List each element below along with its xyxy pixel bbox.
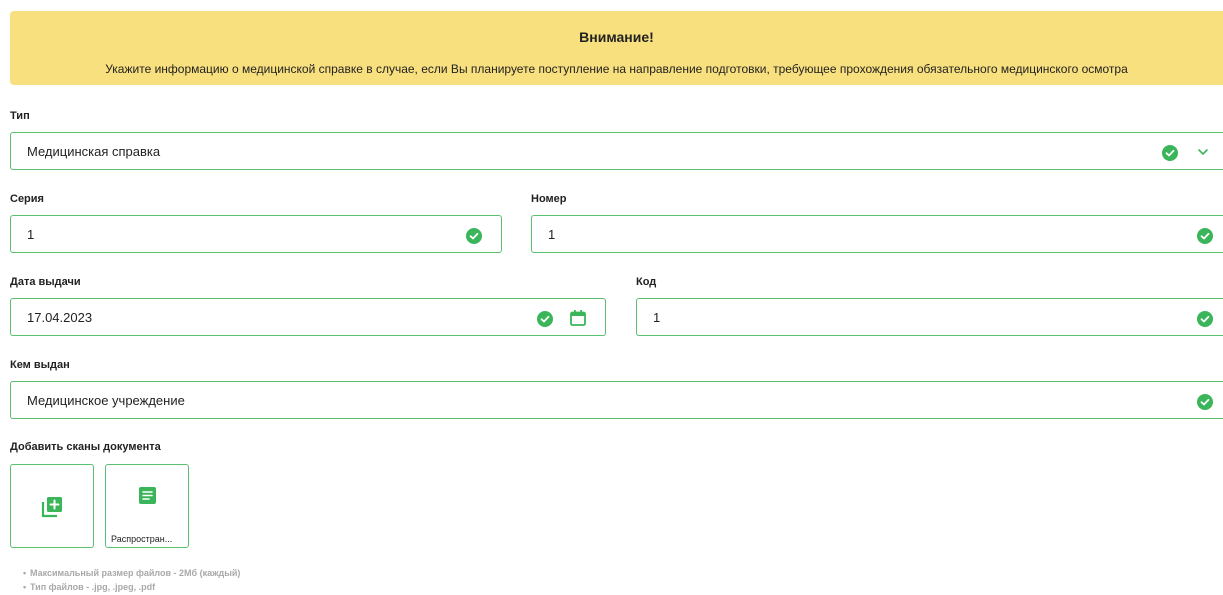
- file-size-note: Максимальный размер файлов - 2Мб (каждый…: [23, 568, 240, 578]
- code-label: Код: [636, 276, 657, 288]
- file-type-note: Тип файлов - .jpg, .jpeg, .pdf: [23, 582, 155, 592]
- series-input[interactable]: 1: [10, 215, 502, 253]
- issued-by-input[interactable]: Медицинское учреждение: [10, 381, 1223, 419]
- uploaded-file-tile[interactable]: Распростран...: [105, 464, 189, 548]
- check-circle-icon: [537, 311, 553, 327]
- add-scan-button[interactable]: [10, 464, 94, 548]
- number-input[interactable]: 1: [531, 215, 1223, 253]
- code-input-value: 1: [653, 310, 661, 325]
- issue-date-value: 17.04.2023: [27, 310, 93, 325]
- code-input[interactable]: 1: [636, 298, 1223, 336]
- check-circle-icon: [466, 228, 482, 244]
- check-circle-icon: [1197, 228, 1213, 244]
- warning-title: Внимание!: [579, 29, 654, 45]
- number-label: Номер: [531, 193, 567, 205]
- number-input-value: 1: [548, 227, 556, 242]
- uploaded-file-name: Распростран...: [111, 534, 173, 544]
- check-circle-icon: [1197, 311, 1213, 327]
- issued-by-label: Кем выдан: [10, 359, 70, 371]
- type-select[interactable]: Медицинская справка: [10, 132, 1223, 170]
- calendar-icon[interactable]: [569, 309, 587, 327]
- warning-text: Укажите информацию о медицинской справке…: [105, 62, 1128, 76]
- scans-label: Добавить сканы документа: [10, 441, 161, 453]
- chevron-down-icon[interactable]: [1197, 148, 1209, 156]
- type-select-value: Медицинская справка: [27, 144, 161, 159]
- warning-banner: Внимание! Укажите информацию о медицинск…: [10, 11, 1223, 85]
- series-input-value: 1: [27, 227, 35, 242]
- document-icon: [139, 487, 156, 504]
- issue-date-input[interactable]: 17.04.2023: [10, 298, 606, 336]
- issue-date-label: Дата выдачи: [10, 276, 81, 288]
- issued-by-value: Медицинское учреждение: [27, 393, 185, 408]
- check-circle-icon: [1197, 394, 1213, 410]
- series-label: Серия: [10, 193, 44, 205]
- type-label: Тип: [10, 110, 30, 122]
- add-file-icon: [41, 497, 62, 518]
- check-circle-icon: [1162, 145, 1178, 161]
